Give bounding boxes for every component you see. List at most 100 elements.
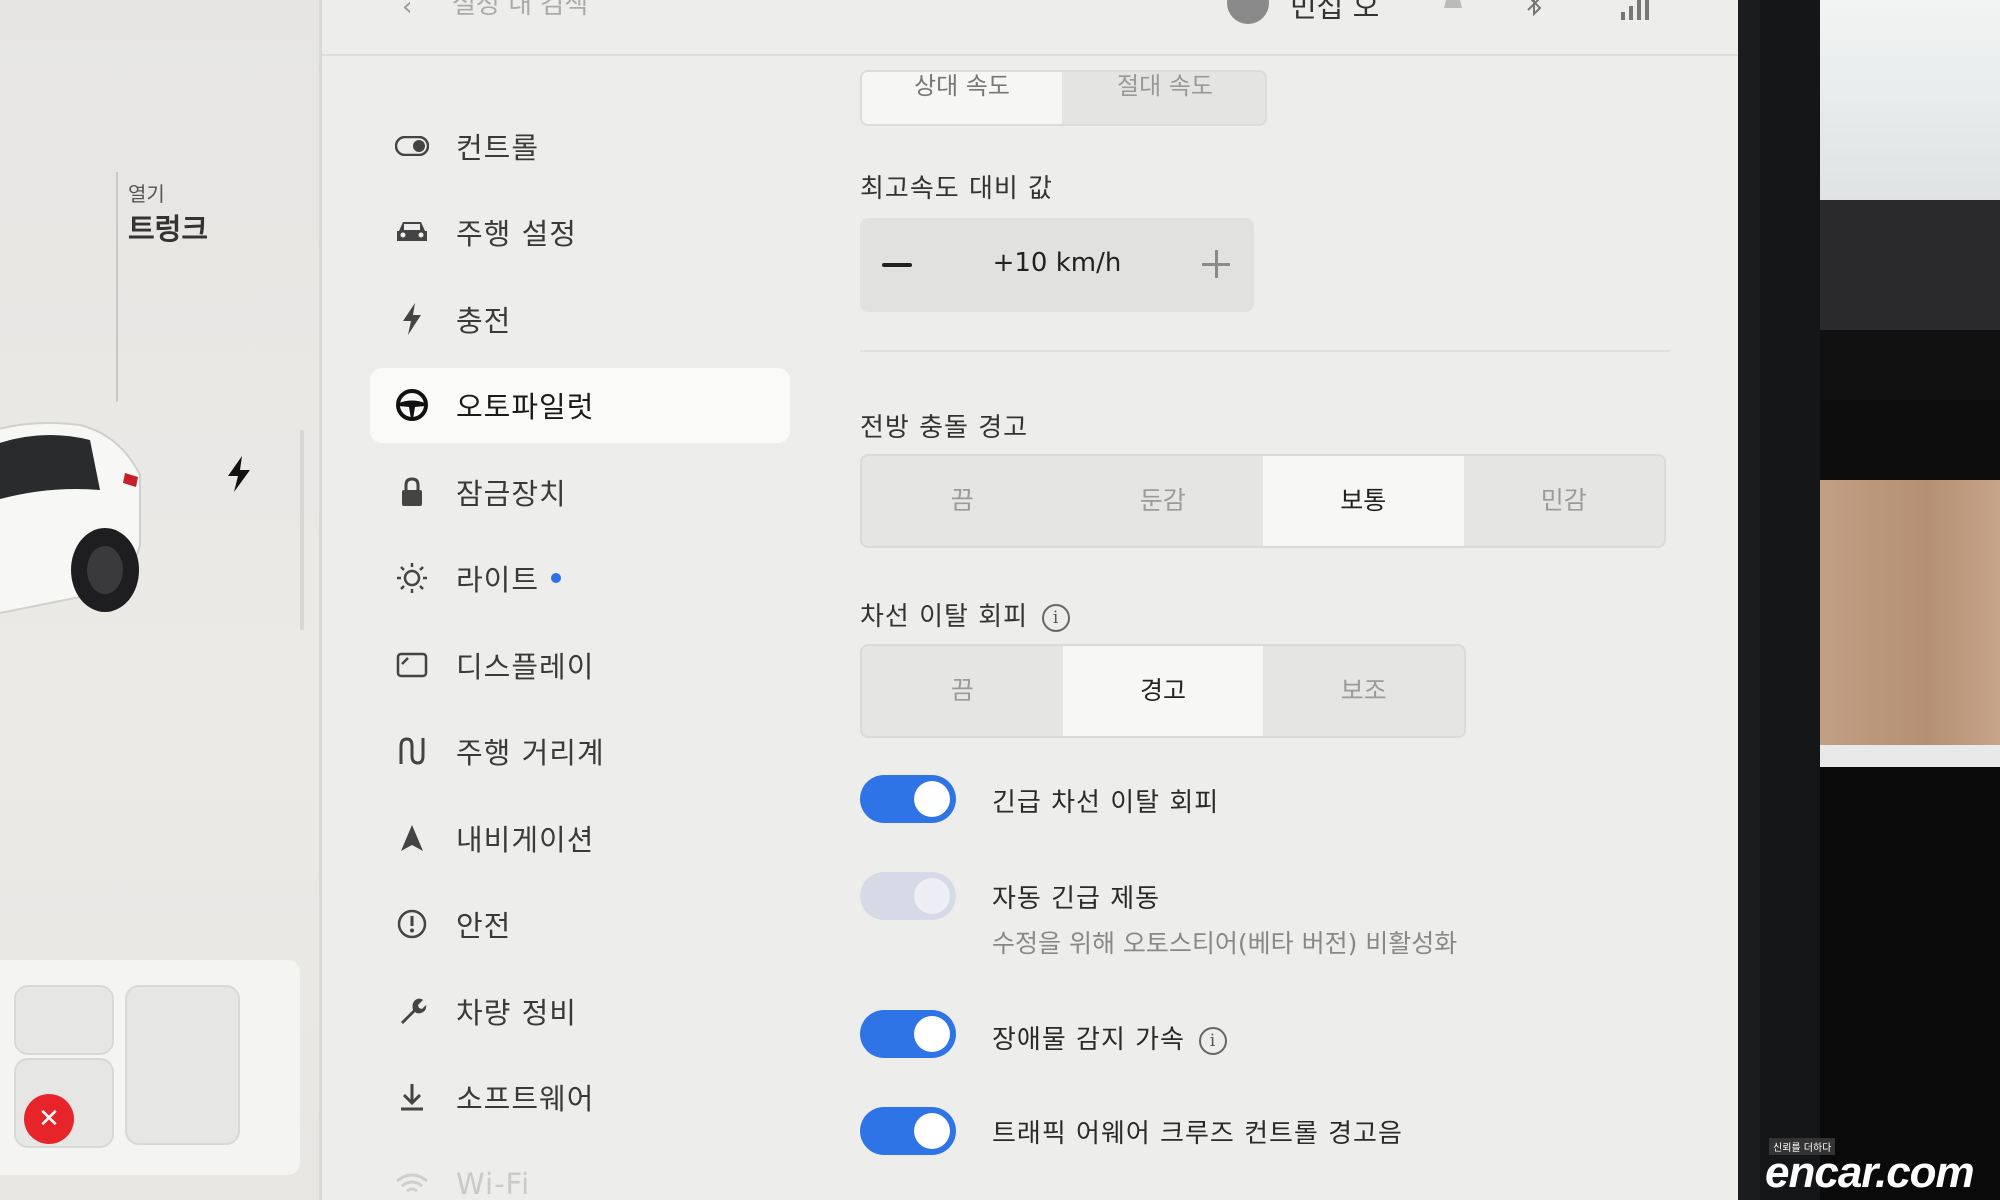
speed-offset-title: 최고속도 대비 값: [860, 174, 1053, 204]
section-divider: [860, 350, 1670, 352]
dashboard-panel: [1820, 200, 2000, 330]
seat-driver-back: [14, 985, 114, 1055]
emergency-lane-departure-toggle[interactable]: [860, 775, 956, 823]
lda-option-off[interactable]: 끔: [862, 646, 1063, 736]
toggle-knob: [914, 1113, 950, 1149]
car-panel-scrollbar: [300, 430, 304, 630]
trunk-callout-line: [116, 172, 118, 402]
touchscreen: 열기 트렁크 ✕ ‹ 설정 내 검색 민섭 오 컨트롤 주행 설정 충전 오토파…: [0, 0, 1738, 1200]
sidebar-item-navigation[interactable]: 내비게이션: [370, 800, 790, 875]
obstacle-aware-acceleration-row: 장애물 감지 가속 i: [860, 1010, 1670, 1060]
sidebar-item-lights[interactable]: 라이트: [370, 541, 790, 616]
forward-collision-title: 전방 충돌 경고: [860, 413, 1029, 443]
car-image: [0, 422, 141, 615]
sidebar-item-label: 내비게이션: [456, 822, 595, 857]
speed-offset-value: +10 km/h: [992, 248, 1122, 278]
charge-port-bolt-icon[interactable]: [226, 456, 252, 492]
sidebar-item-controls[interactable]: 컨트롤: [370, 108, 790, 183]
sidebar-item-label: 잠금장치: [456, 476, 567, 511]
lane-departure-title-text: 차선 이탈 회피: [860, 602, 1029, 632]
trunk-title[interactable]: 트렁크: [128, 206, 208, 248]
wrench-icon: [394, 993, 430, 1029]
forward-collision-selector: 끔 둔감 보통 민감: [860, 454, 1666, 548]
increase-button[interactable]: [1200, 248, 1234, 282]
tacc-chime-label: 트래픽 어웨어 크루즈 컨트롤 경고음: [992, 1119, 1403, 1149]
seat-rear: [125, 985, 240, 1145]
settings-sidebar: 컨트롤 주행 설정 충전 오토파일럿 잠금장치 라이트 디스플레이 주행 거리계…: [370, 108, 790, 1200]
emergency-lane-departure-label: 긴급 차선 이탈 회피: [992, 788, 1220, 818]
obstacle-aware-acceleration-text: 장애물 감지 가속: [992, 1025, 1185, 1055]
light-strip: [1820, 745, 2000, 767]
sidebar-item-label: 차량 정비: [456, 995, 577, 1030]
sidebar-item-charging[interactable]: 충전: [370, 281, 790, 356]
screen-bezel: [1760, 0, 1820, 1200]
speed-mode-selector: 상대 속도 절대 속도: [860, 70, 1267, 126]
sidebar-item-label: 충전: [456, 303, 512, 338]
toggle-knob: [914, 781, 950, 817]
display-icon: [394, 647, 430, 683]
sidebar-item-trips[interactable]: 주행 거리계: [370, 714, 790, 789]
fcw-option-off[interactable]: 끔: [862, 456, 1063, 546]
photo-surroundings: [1760, 0, 2000, 1200]
sidebar-item-software[interactable]: 소프트웨어: [370, 1060, 790, 1135]
sidebar-item-label: Wi-Fi: [456, 1166, 531, 1200]
info-icon[interactable]: i: [1042, 603, 1071, 632]
dashboard-gap: [1820, 400, 2000, 480]
toggle-knob: [914, 878, 950, 914]
lane-departure-selector: 끔 경고 보조: [860, 644, 1466, 738]
sidebar-item-driving[interactable]: 주행 설정: [370, 195, 790, 270]
watermark: 신뢰를 더하다 encar.com: [1765, 1138, 2000, 1200]
automatic-emergency-braking-note: 수정을 위해 오토스티어(베타 버전) 비활성화: [992, 929, 1458, 958]
automatic-emergency-braking-toggle[interactable]: [860, 872, 956, 920]
safety-icon: [394, 906, 430, 942]
back-icon[interactable]: ‹: [402, 0, 412, 22]
seatbelt-alert-icon: ✕: [24, 1094, 74, 1144]
sidebar-item-locks[interactable]: 잠금장치: [370, 454, 790, 529]
bolt-icon: [394, 301, 430, 337]
toggle-icon: [394, 128, 430, 164]
wood-trim: [1820, 480, 2000, 745]
autopilot-settings: 상대 속도 절대 속도 최고속도 대비 값 +10 km/h 전방 충돌 경고 …: [860, 0, 1680, 1200]
sidebar-item-label: 컨트롤: [456, 130, 540, 165]
sidebar-item-label: 소프트웨어: [456, 1082, 595, 1116]
tacc-chime-row: 트래픽 어웨어 크루즈 컨트롤 경고음: [860, 1107, 1670, 1157]
sidebar-item-display[interactable]: 디스플레이: [370, 627, 790, 702]
sidebar-item-label: 오토파일럿: [456, 390, 595, 424]
lock-icon: [394, 474, 430, 510]
sidebar-item-safety[interactable]: 안전: [370, 887, 790, 962]
fcw-option-medium[interactable]: 보통: [1263, 456, 1464, 546]
automatic-emergency-braking-label: 자동 긴급 제동: [992, 884, 1161, 914]
trunk-open-label[interactable]: 열기: [128, 178, 165, 207]
info-icon[interactable]: i: [1198, 1026, 1227, 1055]
trip-icon: [394, 733, 430, 769]
toggle-knob: [914, 1016, 950, 1052]
lane-departure-title: 차선 이탈 회피 i: [860, 596, 1071, 633]
sidebar-item-wifi[interactable]: Wi-Fi: [370, 1146, 790, 1200]
sidebar-item-label: 주행 설정: [456, 217, 577, 251]
watermark-brand: encar.com: [1765, 1148, 1975, 1197]
lda-option-assist[interactable]: 보조: [1263, 646, 1464, 736]
obstacle-aware-acceleration-toggle[interactable]: [860, 1010, 956, 1058]
notification-dot: [551, 573, 562, 583]
fcw-option-late[interactable]: 둔감: [1063, 456, 1264, 546]
lda-option-warning[interactable]: 경고: [1062, 646, 1264, 736]
sidebar-item-label: 라이트: [456, 563, 540, 597]
speed-offset-stepper: +10 km/h: [860, 218, 1254, 312]
speed-mode-relative[interactable]: 상대 속도: [862, 72, 1062, 124]
speed-mode-absolute[interactable]: 절대 속도: [1065, 72, 1265, 124]
tacc-chime-toggle[interactable]: [860, 1107, 956, 1155]
settings-search-input[interactable]: 설정 내 검색: [452, 0, 588, 21]
sidebar-item-label: 디스플레이: [456, 649, 595, 684]
dashboard-trim: [1820, 330, 2000, 400]
window-background: [1820, 0, 2000, 200]
steering-wheel-icon: [394, 387, 430, 423]
sidebar-item-service[interactable]: 차량 정비: [370, 973, 790, 1048]
sidebar-item-autopilot[interactable]: 오토파일럿: [370, 367, 790, 443]
automatic-emergency-braking-row: 자동 긴급 제동 수정을 위해 오토스티어(베타 버전) 비활성화: [860, 872, 1670, 972]
car-visualization-panel: 열기 트렁크 ✕: [0, 0, 322, 1200]
lower-dashboard: [1820, 767, 2000, 1200]
sun-icon: [394, 560, 430, 596]
download-icon: [394, 1079, 430, 1115]
fcw-option-early[interactable]: 민감: [1464, 456, 1665, 546]
wifi-icon: [394, 1166, 430, 1200]
